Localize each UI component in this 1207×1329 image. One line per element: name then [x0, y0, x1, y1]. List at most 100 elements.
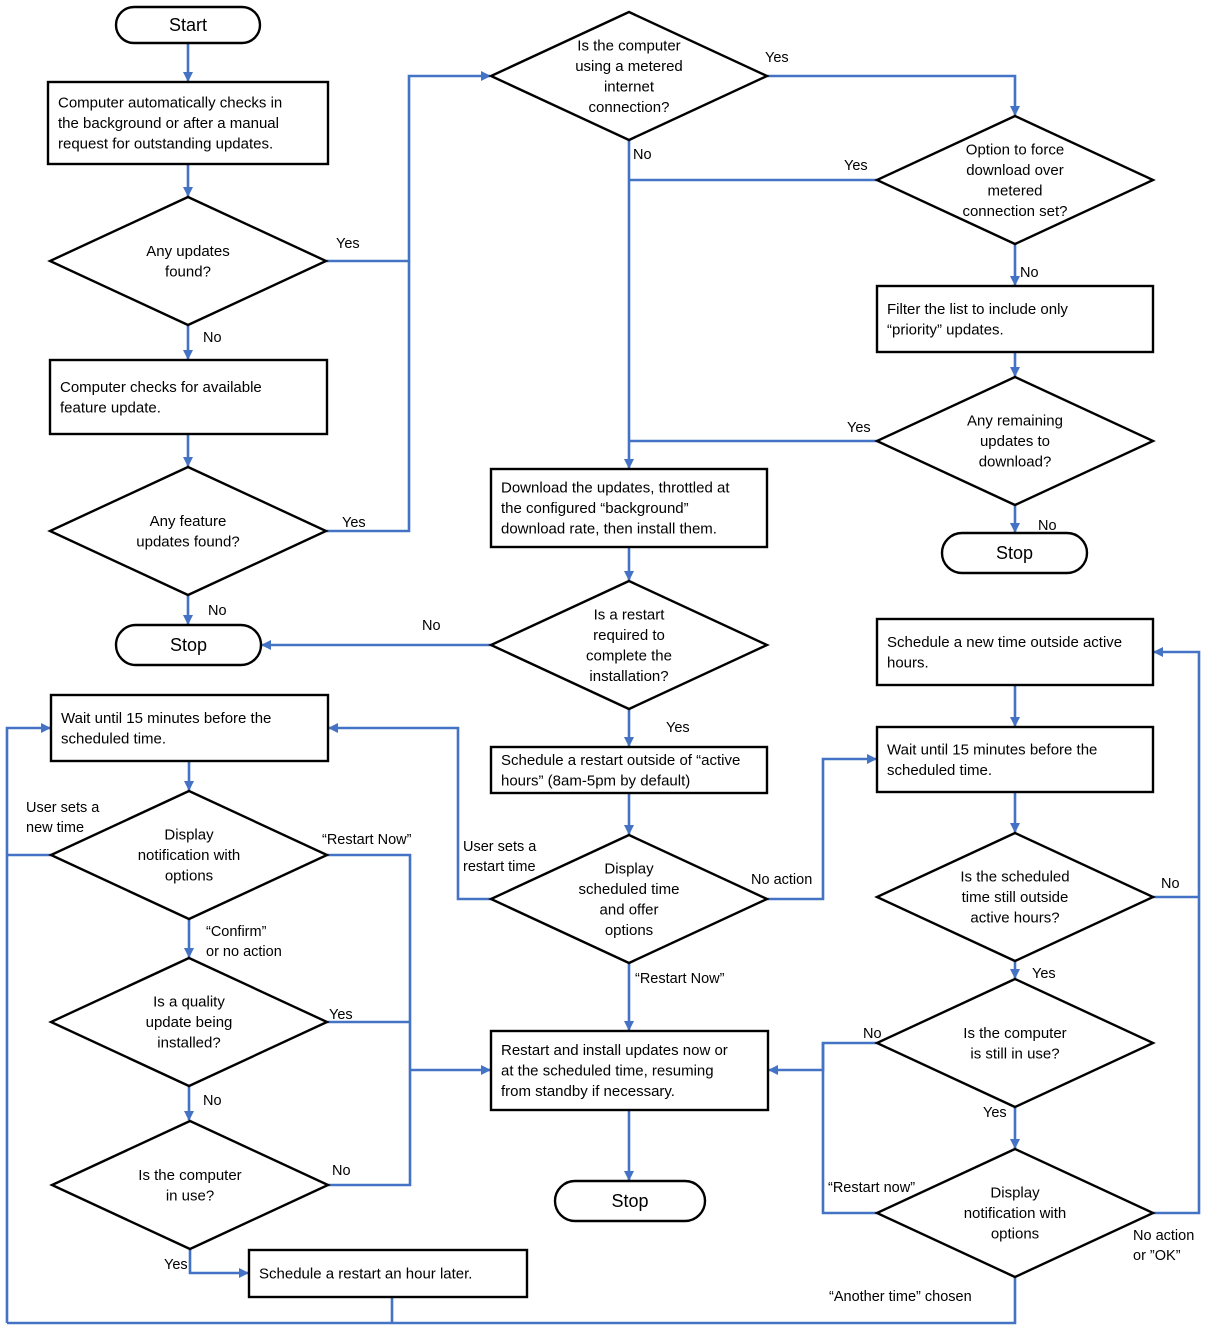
- edge-label-notify-right-noaction: No action or ”OK”: [1133, 1228, 1194, 1264]
- node-label-line: update being: [146, 1014, 233, 1031]
- connector-notifyl-restart: [327, 853, 412, 1070]
- edge-label-line: No action: [751, 872, 812, 888]
- edge-label-line: No: [332, 1163, 351, 1179]
- node-label-line: Wait until 15 minutes before the: [887, 741, 1097, 758]
- decision-diamond: [49, 1119, 331, 1251]
- edge-label-still-in-use-yes: Yes: [983, 1105, 1007, 1121]
- edge-label-line: No: [203, 330, 222, 346]
- edge-label-quality-no: No: [203, 1093, 222, 1109]
- node-label-line: Computer automatically checks in: [58, 95, 282, 112]
- edge-label-force-yes: Yes: [844, 158, 868, 174]
- edge-label-line: new time: [26, 820, 84, 836]
- node-label-line: active hours?: [970, 910, 1059, 927]
- edge-label-in-use-left-yes: Yes: [164, 1257, 188, 1273]
- edge-label-line: Yes: [765, 50, 789, 66]
- node-label-line: Is the computer: [577, 37, 680, 54]
- decision-diamond: [874, 977, 1156, 1109]
- node-any-feature: Any feature updates found?: [47, 465, 329, 597]
- edge-label-metered-yes: Yes: [765, 50, 789, 66]
- edge-label-restart-required-no: No: [422, 618, 441, 634]
- edge-label-line: “Another time” chosen: [829, 1289, 972, 1305]
- edge-label-line: “Restart Now”: [322, 832, 412, 848]
- node-label-line: Stop: [996, 543, 1033, 563]
- node-label-line: connection set?: [962, 203, 1067, 220]
- edge-label-line: User sets a: [26, 800, 100, 816]
- edge-label-display-scheduled-restart: “Restart Now”: [635, 971, 725, 987]
- node-wait-left: Wait until 15 minutes before the schedule…: [49, 693, 330, 763]
- edge-label-quality-yes: Yes: [329, 1007, 353, 1023]
- node-label-line: scheduled time: [579, 881, 680, 898]
- node-label-line: connection?: [589, 99, 670, 116]
- edge-label-line: “Confirm”: [206, 924, 267, 940]
- node-label: Start: [169, 15, 207, 35]
- node-metered: Is the computer using a metered internet co…: [488, 10, 770, 142]
- node-label-line: at the scheduled time, resuming: [501, 1063, 714, 1080]
- node-label-line: request for outstanding updates.: [58, 136, 273, 153]
- node-label-line: Filter the list to include only: [887, 301, 1068, 318]
- process-box: [875, 617, 1155, 687]
- node-label: Schedule a restart an hour later.: [259, 1266, 472, 1283]
- node-label-line: options: [605, 922, 653, 939]
- decision-diamond: [47, 465, 329, 597]
- node-label-line: Is the scheduled: [960, 869, 1069, 886]
- node-download: Download the updates, throttled at the co…: [489, 467, 769, 549]
- edge-label-line: No: [1020, 265, 1039, 281]
- edge-label-line: Yes: [844, 158, 868, 174]
- edge-label-line: No: [863, 1026, 882, 1042]
- node-label-line: Display: [990, 1185, 1040, 1202]
- edge-label-line: restart time: [463, 859, 536, 875]
- node-label-line: Is a quality: [153, 994, 225, 1011]
- node-label-line: notification with: [964, 1205, 1067, 1222]
- node-label-line: updates found?: [136, 533, 239, 550]
- edge-label-any-feature-no: No: [208, 603, 227, 619]
- node-feature-check: Computer checks for available feature upd…: [48, 358, 329, 436]
- edge-label-any-updates-no: No: [203, 330, 222, 346]
- node-label-line: Any feature: [150, 513, 227, 530]
- node-label-line: hours” (8am-5pm by default): [501, 772, 690, 789]
- node-label: Is a quality update being installed?: [146, 994, 233, 1052]
- process-box: [48, 358, 329, 436]
- node-label-line: Restart and install updates now or: [501, 1042, 728, 1059]
- edge-label-line: or ”OK”: [1133, 1248, 1181, 1264]
- node-label-line: metered: [987, 182, 1042, 199]
- node-label-line: Is a restart: [594, 606, 666, 623]
- edge-label-line: Yes: [1032, 966, 1056, 982]
- node-label-line: Stop: [170, 635, 207, 655]
- node-stop-center: Stop: [553, 1179, 707, 1223]
- edge-label-notify-left-confirm: “Confirm” or no action: [206, 924, 282, 960]
- node-notify-right: Display notification with options: [874, 1147, 1156, 1279]
- node-label-line: Schedule a new time outside active: [887, 634, 1122, 651]
- node-label: Stop: [611, 1191, 648, 1211]
- node-label-line: Schedule a restart an hour later.: [259, 1266, 472, 1283]
- node-label-line: required to: [593, 627, 665, 644]
- decision-diamond: [47, 195, 329, 327]
- connector-right-loop: [1153, 647, 1201, 1215]
- edge-label-line: Yes: [847, 420, 871, 436]
- node-label-line: Download the updates, throttled at: [501, 480, 730, 497]
- connector-loop-left-vertical: [5, 723, 51, 1323]
- edge-label-line: No: [422, 618, 441, 634]
- edge-label-notify-left-newtime: User sets a new time: [26, 800, 100, 836]
- node-label: Stop: [170, 635, 207, 655]
- node-schedule-hour: Schedule a restart an hour later.: [247, 1248, 529, 1299]
- edge-label-still-outside-no: No: [1161, 876, 1180, 892]
- connector-any-yes: [326, 71, 491, 263]
- node-label: Computer automatically checks in the back…: [58, 95, 282, 153]
- node-label-line: is still in use?: [970, 1045, 1059, 1062]
- node-label-line: Is the computer: [138, 1167, 241, 1184]
- node-label-line: Display: [164, 827, 214, 844]
- node-label-line: scheduled time.: [887, 762, 992, 779]
- node-label-line: download?: [979, 454, 1052, 471]
- node-label-line: Computer checks for available: [60, 379, 262, 396]
- node-label-line: from standby if necessary.: [501, 1083, 675, 1100]
- node-label-line: installation?: [589, 668, 668, 685]
- edge-label-notify-left-restart: “Restart Now”: [322, 832, 412, 848]
- edge-label-line: No action: [1133, 1228, 1194, 1244]
- edge-label-remaining-no: No: [1038, 518, 1057, 534]
- decision-diamond: [874, 114, 1156, 246]
- edge-label-notify-right-another: “Another time” chosen: [829, 1289, 972, 1305]
- node-label-line: Option to force: [966, 141, 1064, 158]
- node-label-line: hours.: [887, 654, 929, 671]
- edge-label-line: Yes: [983, 1105, 1007, 1121]
- node-label-line: found?: [165, 263, 211, 280]
